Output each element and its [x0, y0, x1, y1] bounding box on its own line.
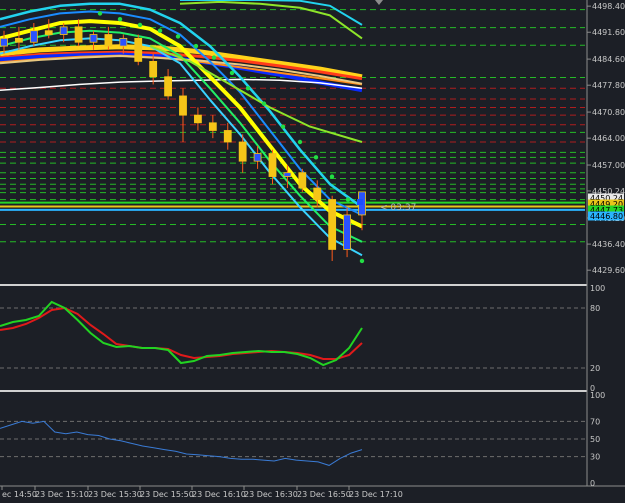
psar-dot [245, 86, 251, 91]
psar-dot [97, 11, 103, 16]
price-tick-label: 4470.80 [592, 108, 625, 117]
candle-body [15, 37, 23, 43]
candle-body [238, 141, 247, 162]
candle-body [149, 61, 158, 78]
price-tick-label: 4436.40 [592, 240, 625, 249]
time-tick-label: ec 14:50 [2, 490, 37, 499]
price-tick-label: 4457.00 [592, 161, 625, 170]
psar-dot [297, 139, 303, 145]
candle-body [104, 34, 113, 47]
price-tick-label: 4498.40 [592, 2, 625, 11]
price-tick-label: 4484.60 [592, 55, 625, 64]
candle-body [313, 187, 322, 200]
price-tick-label: 4464.00 [592, 134, 625, 143]
rsi-tick-label: 70 [590, 417, 600, 426]
candle-body [89, 34, 98, 43]
time-tick-label: 23 Dec 16:50 [297, 490, 351, 499]
price-tag-label: 4446.80 [590, 212, 623, 221]
time-tick-label: 23 Dec 15:30 [88, 490, 142, 499]
candle-body [283, 172, 292, 177]
stoch-tick-label: 20 [590, 364, 600, 373]
stoch-tick-label: 80 [590, 304, 600, 313]
psar-dot [211, 55, 217, 60]
psar-dot [261, 101, 267, 106]
trading-chart[interactable]: 4498.40 4491.60 4484.60 4477.80 4470.80 4464.… [0, 0, 625, 503]
psar-dot [280, 124, 286, 129]
candle-body [0, 37, 8, 47]
psar-dot [329, 174, 335, 179]
candle-body [44, 30, 53, 35]
candle-body [194, 114, 202, 124]
rsi-tick-label: 0 [590, 479, 595, 488]
last-price-marker [357, 199, 363, 205]
candle-body [223, 130, 232, 143]
price-tick-label: 4491.60 [592, 28, 625, 37]
psar-dot [229, 70, 235, 76]
candle-body [328, 199, 337, 250]
price-tick-label: 4477.80 [592, 81, 625, 90]
psar-dot [157, 28, 163, 33]
bar-countdown-timer: < 03:37 [380, 203, 416, 213]
time-tick-label: 23 Dec 16:30 [244, 490, 298, 499]
candle-body [134, 37, 143, 62]
candle-body [343, 214, 351, 250]
candle-body [59, 26, 68, 35]
rsi-tick-label: 100 [590, 391, 605, 400]
candle-body [208, 122, 217, 131]
time-tick-label: 23 Dec 17:10 [349, 490, 403, 499]
candle-body [268, 153, 277, 177]
psar-dot [117, 16, 123, 22]
candle-body [179, 95, 187, 116]
time-tick-label: 23 Dec 15:10 [35, 490, 89, 499]
rsi-tick-label: 30 [590, 453, 600, 462]
candle-body [253, 153, 262, 162]
rsi-tick-label: 50 [590, 435, 600, 444]
time-tick-label: 23 Dec 16:10 [192, 490, 246, 499]
psar-dot [313, 155, 319, 160]
psar-dot [359, 258, 365, 264]
psar-dot [193, 43, 199, 49]
candle-body [74, 26, 83, 43]
candle-body [164, 76, 172, 97]
price-tick-label: 4429.60 [592, 266, 625, 275]
candle-body [298, 172, 307, 189]
psar-dot [345, 197, 351, 202]
candle-body [29, 30, 38, 43]
psar-dot [175, 34, 181, 39]
psar-dot [137, 22, 143, 28]
stoch-tick-label: 100 [590, 284, 605, 293]
time-tick-label: 23 Dec 15:50 [140, 490, 194, 499]
candle-body [119, 37, 128, 47]
